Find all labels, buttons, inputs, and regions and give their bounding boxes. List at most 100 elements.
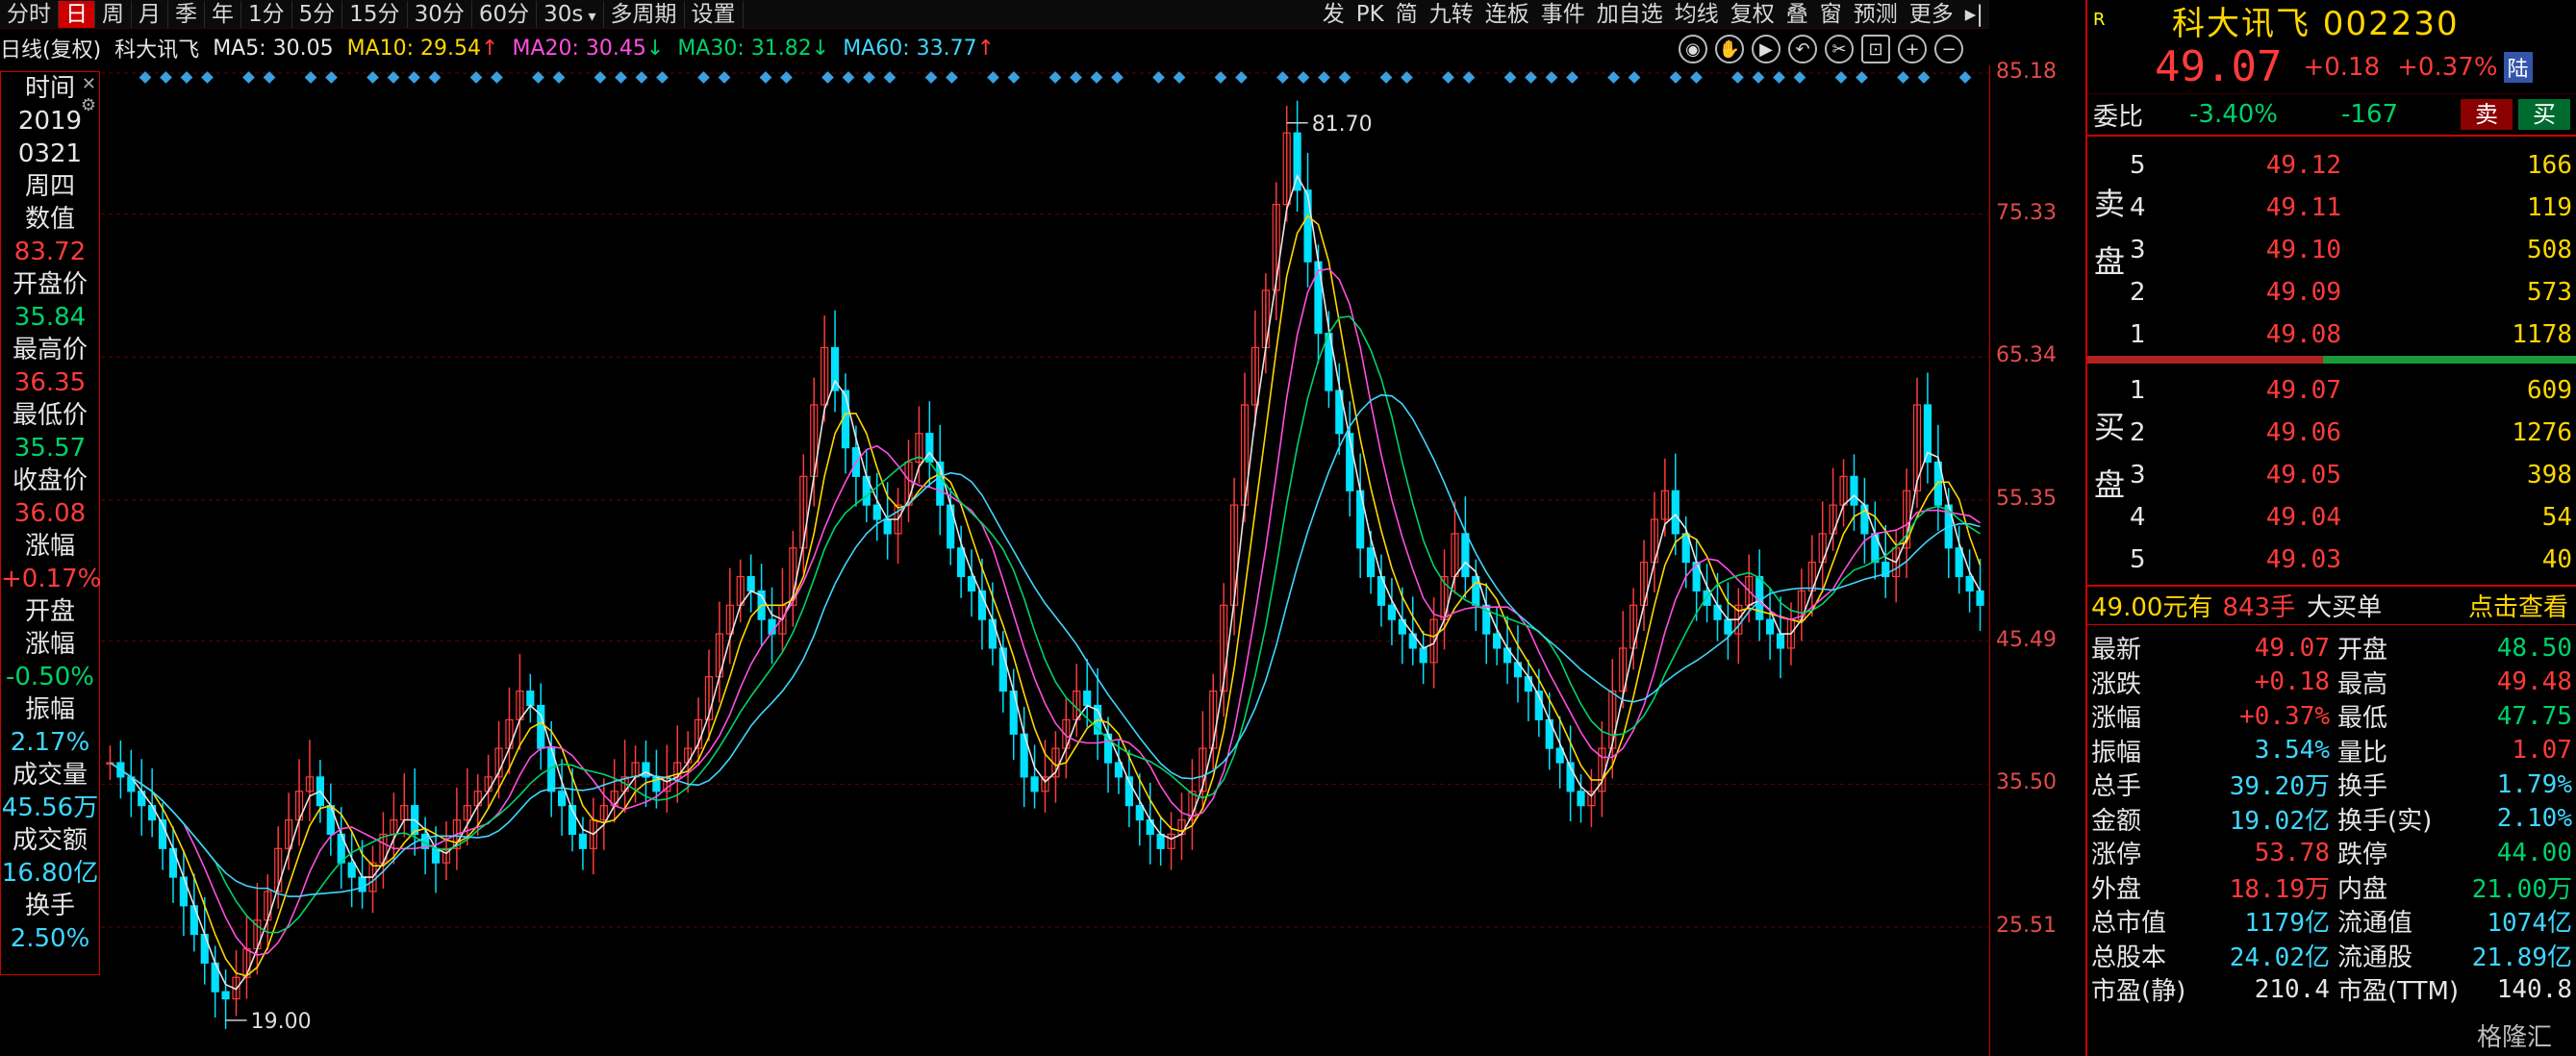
candle-body — [1135, 805, 1144, 821]
period-tab-12[interactable]: 多周期 — [604, 0, 685, 28]
event-marker[interactable] — [242, 71, 255, 84]
expand-icon[interactable]: ▸| — [1959, 1, 1989, 28]
stat-label: 振幅 — [2091, 738, 2142, 767]
period-tab-1[interactable]: 日 — [59, 0, 95, 28]
period-tab-11[interactable]: 30s — [537, 0, 604, 28]
bid-row[interactable]: 2 49.06 1276 — [2087, 412, 2576, 454]
info-label: 最低价 — [12, 401, 88, 430]
event-marker[interactable] — [1503, 71, 1517, 84]
stat-label: 流通值 — [2337, 909, 2413, 938]
ask-row[interactable]: 3 49.10 508 — [2087, 229, 2576, 271]
lu-badge: 陆 — [2503, 51, 2533, 83]
ask-price: 49.11 — [2265, 193, 2341, 222]
event-marker[interactable] — [697, 71, 710, 84]
period-tab-2[interactable]: 周 — [95, 0, 132, 28]
event-marker[interactable] — [1442, 71, 1454, 84]
price-tick: 65.34 — [1996, 343, 2057, 368]
bid-row[interactable]: 5 49.03 40 — [2087, 539, 2576, 581]
period-tab-10[interactable]: 60分 — [472, 0, 538, 28]
info-value: 16.80亿 — [1, 859, 99, 888]
bid-row[interactable]: 4 49.04 54 — [2087, 496, 2576, 539]
event-marker[interactable] — [1628, 71, 1641, 84]
toolbar-tool-5[interactable]: 事件 — [1535, 1, 1591, 28]
toolbar-tool-8[interactable]: 复权 — [1725, 1, 1780, 28]
toolbar-tool-11[interactable]: 预测 — [1848, 1, 1904, 28]
price-change: +0.18 — [2303, 52, 2381, 82]
bid-row[interactable]: 1 49.07 609 — [2087, 369, 2576, 412]
event-marker[interactable] — [1897, 71, 1909, 84]
eye-icon[interactable]: ◉ — [1679, 35, 1707, 63]
lock-icon[interactable]: ⊡ — [1861, 35, 1890, 63]
event-marker[interactable] — [1297, 71, 1310, 84]
period-tab-13[interactable]: 设置 — [685, 0, 744, 28]
event-marker[interactable] — [1690, 71, 1703, 84]
stats-row: 总市值 1179亿 流通值 1074亿 — [2087, 904, 2576, 938]
kline-chart[interactable]: 81.70 19.00 — [101, 65, 1988, 1046]
toolbar-tool-4[interactable]: 连板 — [1479, 1, 1535, 28]
toolbar-tool-3[interactable]: 九转 — [1424, 1, 1479, 28]
undo-icon[interactable]: ↶ — [1788, 35, 1817, 63]
toolbar-tool-9[interactable]: 叠 — [1780, 1, 1814, 28]
candle-body — [1461, 533, 1470, 578]
play-icon[interactable]: ▶ — [1752, 35, 1780, 63]
ask-row[interactable]: 4 49.11 119 — [2087, 187, 2576, 229]
period-tab-3[interactable]: 月 — [132, 0, 168, 28]
event-marker[interactable] — [366, 71, 379, 84]
ask-row[interactable]: 2 49.09 573 — [2087, 271, 2576, 314]
period-tab-8[interactable]: 15分 — [342, 0, 408, 28]
ma-line-ma10 — [110, 214, 1982, 977]
event-marker[interactable] — [842, 71, 855, 84]
bid-row[interactable]: 3 49.05 398 — [2087, 454, 2576, 496]
event-marker[interactable] — [304, 71, 317, 84]
stats-table: 最新 49.07 开盘 48.50 涨跌 +0.18 最高 49.48 涨幅 +0.37% 最低 47… — [2087, 625, 2576, 1048]
toolbar-tool-0[interactable]: 发 — [1317, 1, 1351, 28]
zoom-out-icon[interactable]: − — [1934, 35, 1963, 63]
period-tab-7[interactable]: 5分 — [292, 0, 343, 28]
period-tab-9[interactable]: 30分 — [408, 0, 472, 28]
ask-row[interactable]: 1 49.08 1178 — [2087, 314, 2576, 356]
event-marker[interactable] — [1090, 71, 1103, 84]
scissors-icon[interactable]: ✂ — [1825, 35, 1854, 63]
toolbar-tool-12[interactable]: 更多 — [1904, 1, 1959, 28]
stat-label: 涨幅 — [2091, 704, 2142, 733]
buy-button[interactable]: 卖 — [2461, 99, 2513, 130]
hand-icon[interactable]: ✋ — [1715, 35, 1744, 63]
zoom-in-icon[interactable]: + — [1898, 35, 1927, 63]
price-change-pct: +0.37% — [2397, 52, 2498, 82]
period-tab-4[interactable]: 季 — [168, 0, 205, 28]
event-marker[interactable] — [1834, 71, 1848, 84]
event-marker[interactable] — [759, 71, 772, 84]
price-tick: 35.50 — [1996, 770, 2057, 795]
big-order-row[interactable]: 49.00元有 843手 大买单 点击查看 — [2087, 585, 2576, 625]
toolbar-tool-10[interactable]: 窗 — [1814, 1, 1848, 28]
toolbar-tool-2[interactable]: 简 — [1390, 1, 1424, 28]
event-marker[interactable] — [1152, 71, 1165, 84]
ma-legend-item: MA5: 30.05 — [213, 36, 334, 61]
event-marker[interactable] — [1566, 71, 1578, 84]
close-icon[interactable]: ✕ — [82, 74, 96, 94]
event-marker[interactable] — [428, 71, 442, 84]
event-marker[interactable] — [635, 71, 648, 84]
event-marker[interactable] — [160, 71, 172, 84]
event-marker[interactable] — [780, 71, 793, 84]
event-marker[interactable] — [491, 71, 503, 84]
event-marker[interactable] — [1111, 71, 1124, 84]
event-marker[interactable] — [1173, 71, 1186, 84]
period-tab-6[interactable]: 1分 — [241, 0, 292, 28]
event-marker[interactable] — [821, 71, 834, 84]
sell-button[interactable]: 买 — [2518, 99, 2571, 130]
ask-row[interactable]: 5 49.12 166 — [2087, 144, 2576, 187]
event-marker[interactable] — [180, 71, 193, 84]
toolbar-tool-6[interactable]: 加自选 — [1591, 1, 1669, 28]
event-marker[interactable] — [1235, 71, 1248, 84]
event-marker[interactable] — [1773, 71, 1785, 84]
stat-label: 总手 — [2091, 772, 2142, 801]
big-order-link[interactable]: 点击查看 — [2468, 588, 2568, 623]
period-tab-0[interactable]: 分时 — [0, 0, 59, 28]
toolbar-tool-1[interactable]: PK — [1351, 1, 1390, 28]
event-marker[interactable] — [1958, 71, 1972, 84]
gear-icon[interactable]: ⚙ — [81, 95, 96, 115]
toolbar-tool-7[interactable]: 均线 — [1669, 1, 1725, 28]
period-tab-5[interactable]: 年 — [205, 0, 241, 28]
event-marker[interactable] — [1752, 71, 1765, 84]
